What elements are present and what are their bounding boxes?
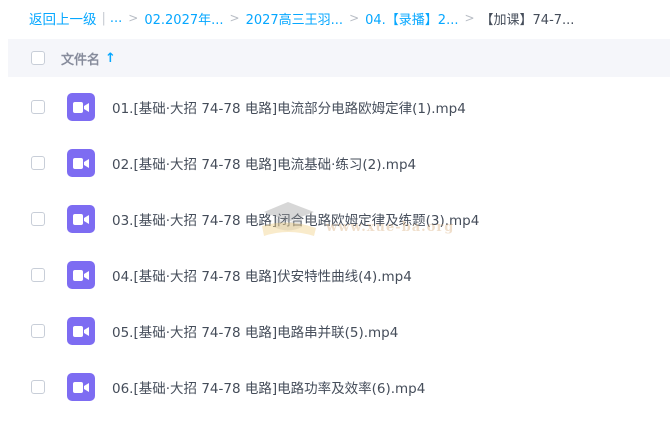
breadcrumb-item-1[interactable]: 02.2027年... [144, 9, 223, 28]
file-row[interactable]: 04.[基础·大招 74-78 电路]伏安特性曲线(4).mp4 [8, 247, 670, 302]
breadcrumb: 返回上一级 | ... > 02.2027年... > 2027高三王羽... … [0, 0, 670, 36]
back-link[interactable]: 返回上一级 [29, 8, 97, 28]
select-all-checkbox[interactable] [31, 51, 45, 65]
file-name[interactable]: 06.[基础·大招 74-78 电路]电路功率及效率(6).mp4 [112, 377, 425, 397]
video-file-icon [67, 148, 95, 177]
video-file-icon [67, 260, 95, 289]
file-row[interactable]: 03.[基础·大招 74-78 电路]闭合电路欧姆定律及练题(3).mp4 [8, 191, 670, 246]
file-list-header: 文件名 ↑ [8, 39, 670, 77]
file-row[interactable]: 06.[基础·大招 74-78 电路]电路功率及效率(6).mp4 [8, 359, 670, 414]
breadcrumb-current: 【加课】74-7... [480, 12, 575, 28]
video-file-icon [67, 92, 95, 121]
file-name[interactable]: 01.[基础·大招 74-78 电路]电流部分电路欧姆定律(1).mp4 [112, 97, 466, 117]
column-header-filename[interactable]: 文件名 [61, 49, 100, 68]
file-row[interactable]: 02.[基础·大招 74-78 电路]电流基础·练习(2).mp4 [8, 135, 670, 190]
file-name[interactable]: 03.[基础·大招 74-78 电路]闭合电路欧姆定律及练题(3).mp4 [112, 209, 479, 229]
file-name[interactable]: 02.[基础·大招 74-78 电路]电流基础·练习(2).mp4 [112, 153, 416, 173]
chevron-right-icon: > [128, 11, 139, 25]
file-name[interactable]: 05.[基础·大招 74-78 电路]电路串并联(5).mp4 [112, 321, 398, 341]
chevron-right-icon: > [464, 11, 475, 25]
row-checkbox[interactable] [31, 211, 45, 226]
row-checkbox[interactable] [31, 267, 45, 282]
video-file-icon [67, 204, 95, 233]
chevron-right-icon: > [229, 11, 240, 25]
row-checkbox[interactable] [31, 155, 45, 170]
file-name[interactable]: 04.[基础·大招 74-78 电路]伏安特性曲线(4).mp4 [112, 265, 412, 285]
chevron-right-icon: > [349, 11, 360, 25]
video-file-icon [67, 372, 95, 401]
file-browser: 返回上一级 | ... > 02.2027年... > 2027高三王羽... … [0, 0, 670, 423]
file-row[interactable]: 05.[基础·大招 74-78 电路]电路串并联(5).mp4 [8, 303, 670, 358]
row-checkbox[interactable] [31, 99, 45, 114]
breadcrumb-item-3[interactable]: 04.【录播】2... [365, 9, 458, 28]
file-row[interactable]: 01.[基础·大招 74-78 电路]电流部分电路欧姆定律(1).mp4 [8, 79, 670, 134]
video-file-icon [67, 316, 95, 345]
breadcrumb-divider: | [101, 10, 106, 26]
row-checkbox[interactable] [31, 323, 45, 338]
sort-ascending-icon[interactable]: ↑ [105, 51, 116, 66]
breadcrumb-ellipsis[interactable]: ... [110, 11, 122, 26]
breadcrumb-item-2[interactable]: 2027高三王羽... [246, 9, 343, 28]
row-checkbox[interactable] [31, 379, 45, 394]
